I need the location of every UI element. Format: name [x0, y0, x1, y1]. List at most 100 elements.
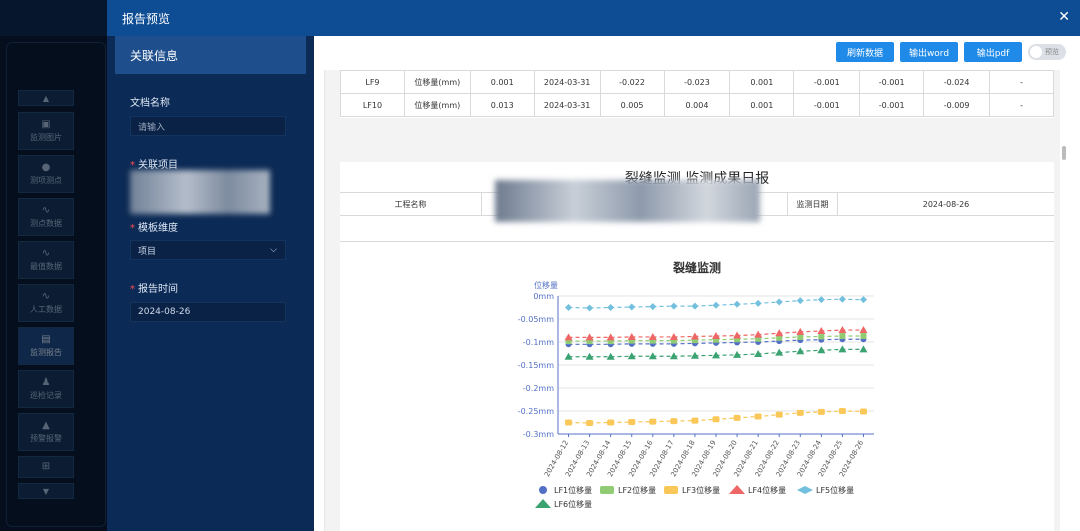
association-panel: 关联信息 文档名称 请输入 * 关联项目 * 模板维度 项目 ⌵ * 报告时间 202… [107, 36, 314, 531]
y-tick-label: -0.15mm [518, 361, 554, 370]
data-point [817, 296, 825, 304]
legend-label: LF3位移量 [682, 485, 720, 495]
report-page-daily: 裂缝监测 监测成果日报 工程名称 监测日期 2024-08-26 裂缝监测 位移量… [340, 162, 1054, 531]
legend-label: LF2位移量 [618, 485, 656, 495]
template-label: * 模板维度 [130, 223, 178, 234]
refresh-data-button[interactable]: 刷新数据 [836, 42, 894, 62]
data-point [860, 333, 867, 340]
data-point [733, 414, 741, 421]
project-name-label: 工程名称 [340, 193, 482, 216]
report-separator-row [340, 216, 1054, 242]
y-tick-label: -0.05mm [518, 315, 554, 324]
close-icon[interactable]: ✕ [1058, 9, 1070, 25]
data-point [754, 299, 762, 307]
preview-area: 刷新数据 输出word 输出pdf 预览 LF9 位移量(mm) 0.001 2024… [314, 36, 1080, 531]
data-point [691, 302, 699, 310]
data-point [775, 298, 783, 306]
legend-symbol [539, 486, 547, 494]
table-cell: 0.004 [663, 93, 731, 117]
monitor-date-value: 2024-08-26 [922, 200, 970, 209]
toggle-label: 预览 [1045, 48, 1059, 56]
y-axis-label: 位移量 [534, 280, 558, 290]
table-cell: 0.001 [729, 70, 795, 94]
report-preview-scroll[interactable]: LF9 位移量(mm) 0.001 2024-03-31 -0.022 -0.023 0.0… [324, 70, 1060, 531]
table-cell: 0.013 [469, 93, 535, 117]
table-cell: 2024-03-31 [533, 93, 601, 117]
table-cell: -0.001 [793, 70, 861, 94]
data-point [628, 303, 636, 311]
table-row: LF9 位移量(mm) 0.001 2024-03-31 -0.022 -0.023 0.0… [340, 70, 1054, 94]
chart-title: 裂缝监测 [672, 260, 721, 275]
modal-header: 报告预览 ✕ [107, 0, 1080, 36]
y-tick-label: -0.3mm [523, 430, 554, 439]
data-point [565, 419, 573, 426]
legend-symbol [664, 486, 678, 494]
y-tick-label: -0.25mm [518, 407, 554, 416]
table-cell: -0.001 [859, 70, 925, 94]
report-time-input[interactable]: 2024-08-26 [130, 302, 286, 322]
data-point [838, 408, 846, 414]
data-point [838, 295, 846, 303]
data-point [712, 301, 720, 309]
redacted-project-field[interactable] [130, 170, 270, 214]
data-table: LF9 位移量(mm) 0.001 2024-03-31 -0.022 -0.023 0.0… [340, 70, 1054, 117]
scrollbar-thumb[interactable] [1062, 146, 1066, 160]
legend-symbol [600, 486, 614, 494]
table-cell: 0.001 [469, 70, 535, 94]
legend-symbol [729, 485, 745, 494]
table-cell: - [989, 70, 1054, 94]
data-point [649, 418, 657, 425]
data-point [586, 304, 594, 312]
legend-label: LF6位移量 [554, 499, 592, 509]
table-row: LF10 位移量(mm) 0.013 2024-03-31 0.005 0.004 0.00… [340, 93, 1054, 117]
doc-name-label: 文档名称 [130, 98, 170, 109]
legend-symbol [535, 499, 551, 508]
data-point [670, 418, 678, 425]
table-cell: 位移量(mm) [403, 70, 471, 94]
table-cell: -0.009 [923, 93, 991, 117]
legend-label: LF1位移量 [554, 485, 592, 495]
modal-title: 报告预览 [122, 11, 171, 26]
table-cell: LF9 [340, 70, 405, 94]
data-point [586, 419, 594, 426]
data-point [607, 304, 615, 311]
data-point [775, 411, 783, 418]
report-preview-modal: 报告预览 ✕ 关联信息 文档名称 请输入 * 关联项目 * 模板维度 项目 ⌵ * 报… [107, 0, 1080, 531]
chevron-down-icon: ⌵ [270, 245, 277, 255]
legend-label: LF4位移量 [748, 485, 786, 495]
table-cell: -0.001 [859, 93, 925, 117]
table-cell: -0.023 [663, 70, 731, 94]
y-tick-label: -0.2mm [523, 384, 554, 393]
table-cell: - [989, 93, 1054, 117]
table-cell: -0.024 [923, 70, 991, 94]
data-point [818, 333, 825, 340]
data-point [859, 345, 868, 353]
panel-title: 关联信息 [115, 36, 306, 74]
crack-monitoring-chart: 裂缝监测位移量 0mm -0.05mm -0.1mm -0.15mm -0.2mm -0.2… [518, 260, 874, 509]
table-cell: 位移量(mm) [403, 93, 471, 117]
table-cell: LF10 [340, 93, 405, 117]
report-time-label: * 报告时间 [130, 284, 178, 295]
table-cell: -0.022 [599, 70, 665, 94]
data-point [796, 297, 804, 305]
legend-symbol [797, 486, 813, 494]
data-point [754, 413, 762, 420]
project-label: * 关联项目 [130, 160, 178, 171]
export-word-button[interactable]: 输出word [900, 42, 958, 62]
data-point [796, 409, 804, 416]
data-point [733, 300, 741, 308]
data-point [607, 419, 615, 426]
template-select[interactable]: 项目 ⌵ [130, 240, 286, 260]
report-page-table: LF9 位移量(mm) 0.001 2024-03-31 -0.022 -0.023 0.0… [340, 70, 1054, 118]
data-point [859, 408, 867, 415]
preview-toggle[interactable]: 预览 [1028, 44, 1066, 60]
table-cell: 0.005 [599, 93, 665, 117]
export-pdf-button[interactable]: 输出pdf [964, 42, 1022, 62]
table-cell: -0.001 [793, 93, 861, 117]
y-tick-label: 0mm [533, 292, 554, 301]
data-point [649, 303, 657, 311]
table-cell: 0.001 [729, 93, 795, 117]
data-point [712, 416, 720, 423]
doc-name-input[interactable]: 请输入 [130, 116, 286, 136]
toolbar: 刷新数据 输出word 输出pdf 预览 [314, 36, 1080, 68]
